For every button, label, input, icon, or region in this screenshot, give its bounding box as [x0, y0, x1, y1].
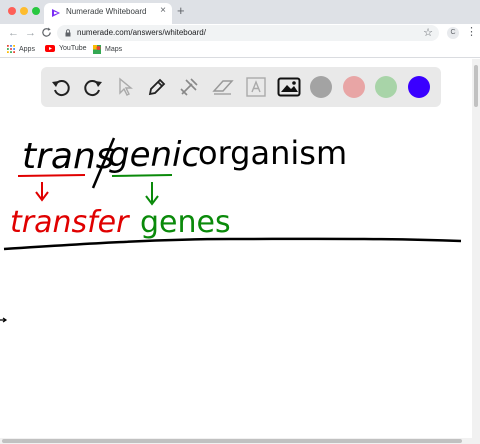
green-underline	[111, 174, 173, 177]
color-swatch-blue[interactable]	[408, 76, 430, 98]
image-icon[interactable]	[277, 75, 301, 99]
browser-window: Numerade Whiteboard × + ← → numerade.com…	[0, 0, 480, 444]
text-icon[interactable]	[244, 75, 268, 99]
bookmark-youtube[interactable]: YouTube	[45, 45, 87, 52]
bookmark-star-icon[interactable]: ☆	[423, 26, 433, 39]
eraser-icon[interactable]	[211, 75, 235, 99]
horizontal-scroll-thumb[interactable]	[2, 439, 462, 443]
minimize-window-button[interactable]	[20, 7, 28, 15]
profile-avatar[interactable]: C	[447, 27, 459, 39]
back-icon[interactable]: ←	[8, 26, 19, 40]
tab-title: Numerade Whiteboard	[66, 7, 147, 16]
pointer-icon[interactable]	[113, 75, 137, 99]
red-arrow	[35, 182, 49, 202]
url-text: numerade.com/answers/whiteboard/	[77, 28, 206, 37]
bookmark-label: Apps	[19, 45, 35, 53]
new-tab-button[interactable]: +	[177, 3, 185, 18]
redo-icon[interactable]	[81, 75, 105, 99]
horizontal-scrollbar[interactable]	[0, 438, 480, 444]
tab-close-icon[interactable]: ×	[160, 5, 166, 16]
tab-numerade-whiteboard[interactable]: Numerade Whiteboard ×	[44, 3, 172, 24]
color-swatch-gray[interactable]	[310, 76, 332, 98]
red-underline	[17, 174, 86, 177]
cursor-marker	[0, 317, 8, 323]
color-swatch-pink[interactable]	[343, 76, 365, 98]
menu-icon[interactable]: ⋮	[466, 25, 477, 38]
handwriting-transfer: transfer	[10, 205, 130, 240]
handwriting-genic: genic	[108, 135, 200, 175]
pen-icon[interactable]	[145, 75, 169, 99]
whiteboard-canvas[interactable]: trans genic organism transfer genes	[0, 108, 472, 438]
bookmark-label: YouTube	[59, 45, 87, 52]
tab-bar: Numerade Whiteboard × +	[0, 0, 480, 24]
browser-toolbar: ← → numerade.com/answers/whiteboard/ ☆ C…	[0, 24, 480, 42]
maximize-window-button[interactable]	[32, 7, 40, 15]
vertical-scrollbar[interactable]	[472, 59, 480, 438]
forward-icon[interactable]: →	[25, 26, 36, 40]
apps-grid-icon	[7, 45, 15, 53]
whiteboard-toolbar	[41, 67, 441, 107]
green-arrow	[145, 182, 159, 206]
reload-icon[interactable]	[41, 27, 52, 38]
vertical-scroll-thumb[interactable]	[474, 65, 478, 107]
numerade-favicon-icon	[52, 9, 60, 17]
tools-icon[interactable]	[177, 75, 201, 99]
youtube-icon	[45, 45, 55, 52]
handwriting-organism: organism	[198, 134, 347, 172]
bookmark-maps[interactable]: Maps	[93, 45, 122, 54]
close-window-button[interactable]	[8, 7, 16, 15]
color-swatch-green[interactable]	[375, 76, 397, 98]
undo-icon[interactable]	[49, 75, 73, 99]
address-bar[interactable]: numerade.com/answers/whiteboard/ ☆	[57, 25, 439, 41]
divider-line	[3, 237, 462, 251]
bookmark-apps[interactable]: Apps	[7, 45, 35, 53]
bookmarks-bar: Apps YouTube Maps	[0, 42, 480, 58]
maps-icon	[93, 45, 101, 54]
handwriting-genes: genes	[140, 205, 231, 240]
bookmark-label: Maps	[105, 46, 123, 53]
lock-icon	[65, 29, 71, 37]
